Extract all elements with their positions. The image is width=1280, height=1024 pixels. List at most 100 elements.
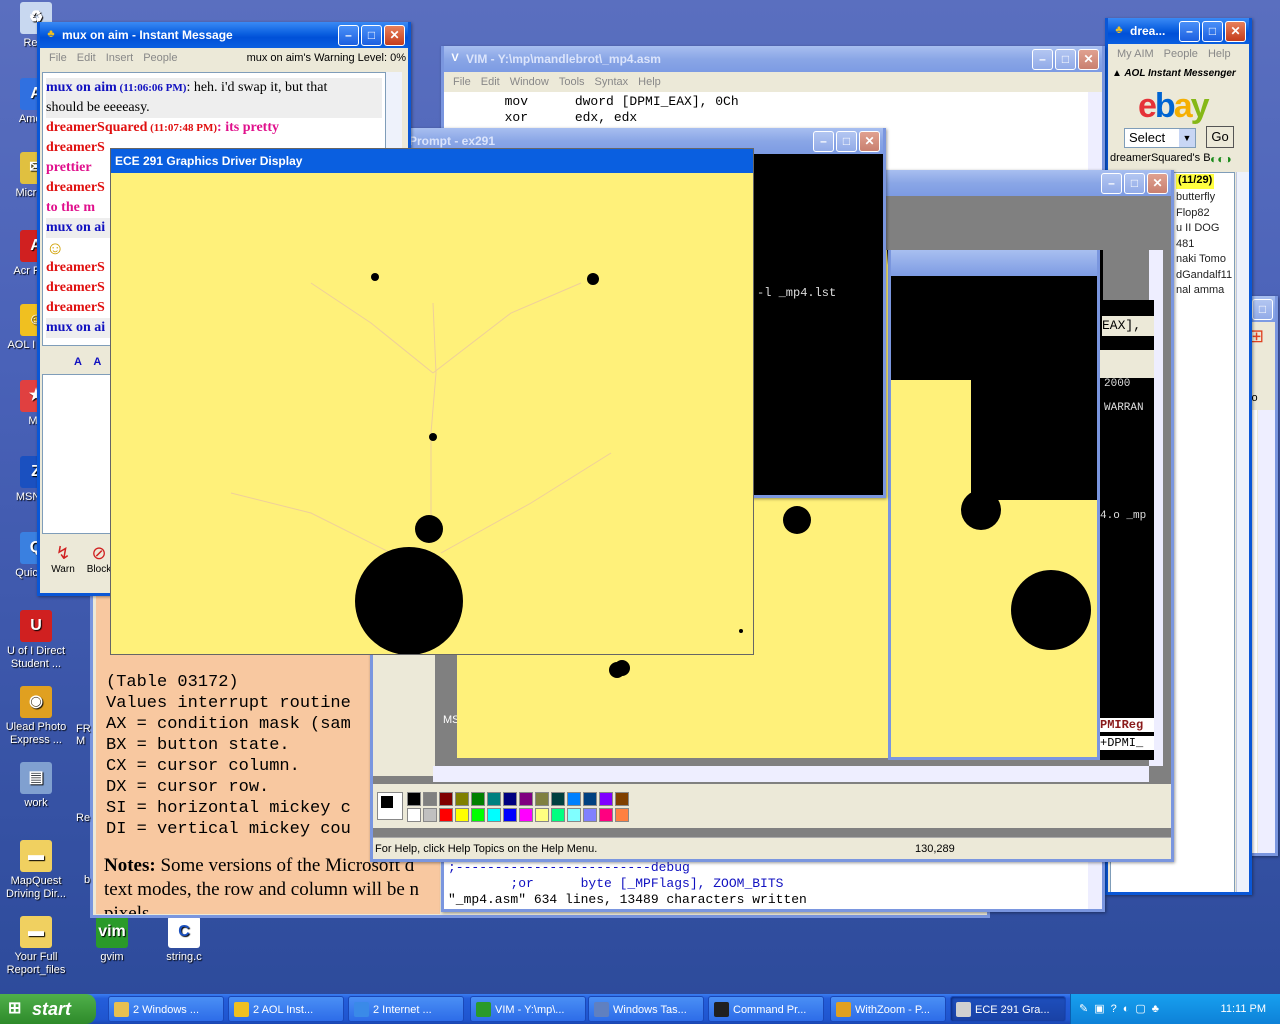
current-colors[interactable] <box>377 792 403 820</box>
menu-item[interactable]: Edit <box>72 48 101 68</box>
taskbar-button[interactable]: ECE 291 Gra... <box>950 996 1066 1022</box>
doc-line: SI = horizontal mickey c <box>106 799 351 818</box>
minimize-button[interactable]: – <box>338 25 359 46</box>
desktop-icon[interactable]: U U of I Direct Student ... <box>0 610 72 671</box>
palette-swatch[interactable] <box>535 792 549 806</box>
menu-item[interactable]: People <box>138 48 182 68</box>
minimize-button[interactable]: – <box>1032 49 1053 70</box>
menu-item[interactable]: Help <box>633 72 666 92</box>
maximize-button[interactable]: □ <box>1124 173 1145 194</box>
buddy-item[interactable]: dGandalf11 <box>1176 268 1236 284</box>
buddy-item[interactable]: naki Tomo <box>1176 252 1236 268</box>
ie-scrollbar[interactable] <box>1258 410 1275 853</box>
ebay-go-button[interactable]: Go <box>1206 126 1234 148</box>
taskbar-button[interactable]: Command Pr... <box>708 996 824 1022</box>
buddy-item[interactable]: 481 <box>1176 237 1236 253</box>
maximize-button[interactable]: □ <box>1252 299 1273 320</box>
palette-swatch[interactable] <box>567 808 581 822</box>
ece-window[interactable]: ECE 291 Graphics Driver Display <box>110 148 754 655</box>
desktop-icon[interactable]: ▬ Your Full Report_files <box>0 916 72 977</box>
menu-item[interactable]: Tools <box>554 72 590 92</box>
desktop-icon[interactable]: ▤ work <box>0 762 72 810</box>
close-button[interactable]: ✕ <box>1078 49 1099 70</box>
palette-swatch[interactable] <box>535 808 549 822</box>
close-button[interactable]: ✕ <box>1147 173 1168 194</box>
menu-item[interactable]: Insert <box>101 48 139 68</box>
taskbar-button[interactable]: WithZoom - P... <box>830 996 946 1022</box>
minimize-button[interactable]: – <box>813 131 834 152</box>
desktop-icon[interactable]: ◉ Ulead Photo Express ... <box>0 686 72 747</box>
palette-swatch[interactable] <box>615 792 629 806</box>
select-dropdown[interactable]: Select ▼ <box>1124 128 1196 148</box>
desktop-icon[interactable]: vim gvim <box>76 916 148 964</box>
desktop-icon[interactable]: ▬ MapQuest Driving Dir... <box>0 840 72 901</box>
menu-item[interactable]: File <box>44 48 72 68</box>
color-palette[interactable] <box>407 792 631 824</box>
desktop-icon-label: MapQuest Driving Dir... <box>6 875 66 900</box>
close-button[interactable]: ✕ <box>859 131 880 152</box>
palette-swatch[interactable] <box>455 792 469 806</box>
menu-my-aim[interactable]: My AIM <box>1112 44 1159 64</box>
palette-swatch[interactable] <box>583 792 597 806</box>
buddy-scrollbar[interactable] <box>1236 172 1249 892</box>
doc-line: DX = cursor row. <box>106 778 270 797</box>
close-button[interactable]: ✕ <box>1225 21 1246 42</box>
palette-swatch[interactable] <box>503 808 517 822</box>
palette-swatch[interactable] <box>407 808 421 822</box>
menu-people[interactable]: People <box>1159 44 1203 64</box>
buddy-item[interactable]: butterfly <box>1176 190 1236 206</box>
maximize-button[interactable]: □ <box>361 25 382 46</box>
palette-swatch[interactable] <box>519 808 533 822</box>
palette-swatch[interactable] <box>423 808 437 822</box>
palette-swatch[interactable] <box>615 808 629 822</box>
ece-titlebar[interactable]: ECE 291 Graphics Driver Display <box>111 149 753 173</box>
buddy-group-header[interactable]: (11/29) <box>1176 174 1215 189</box>
buddy-item[interactable]: Flop82 <box>1176 206 1236 222</box>
warn-button[interactable]: ↯ Warn <box>48 542 78 582</box>
fractal-island <box>614 660 630 676</box>
palette-swatch[interactable] <box>471 808 485 822</box>
palette-swatch[interactable] <box>599 808 613 822</box>
taskbar-button[interactable]: VIM - Y:\mp\... <box>470 996 586 1022</box>
palette-swatch[interactable] <box>407 792 421 806</box>
palette-swatch[interactable] <box>599 792 613 806</box>
palette-swatch[interactable] <box>503 792 517 806</box>
taskbar-button[interactable]: 2 Internet ... <box>348 996 464 1022</box>
vim-titlebar[interactable]: V VIM - Y:\mp\mandlebrot\_mp4.asm <box>444 46 1102 72</box>
desktop-icon[interactable]: Cstring.c <box>148 916 220 964</box>
menu-item[interactable]: Edit <box>476 72 505 92</box>
palette-swatch[interactable] <box>423 792 437 806</box>
close-button[interactable]: ✕ <box>384 25 405 46</box>
taskbar-button[interactable]: 2 AOL Inst... <box>228 996 344 1022</box>
palette-swatch[interactable] <box>439 808 453 822</box>
buddy-item[interactable]: nal amma <box>1176 283 1236 299</box>
palette-swatch[interactable] <box>583 808 597 822</box>
palette-swatch[interactable] <box>439 792 453 806</box>
minimize-button[interactable]: – <box>1101 173 1122 194</box>
paint-hscroll[interactable] <box>433 766 1149 782</box>
start-button[interactable]: ⊞ start <box>0 994 96 1024</box>
maximize-button[interactable]: □ <box>1055 49 1076 70</box>
minimize-button[interactable]: – <box>1179 21 1200 42</box>
ebay-ad[interactable]: ebay <box>1138 88 1228 124</box>
menu-item[interactable]: Syntax <box>590 72 634 92</box>
maximize-button[interactable]: □ <box>1202 21 1223 42</box>
palette-swatch[interactable] <box>471 792 485 806</box>
buddy-item[interactable]: u II DOG <box>1176 221 1236 237</box>
taskbar-button[interactable]: Windows Tas... <box>588 996 704 1022</box>
taskbar-button[interactable]: 2 Windows ... <box>108 996 224 1022</box>
menu-help[interactable]: Help <box>1203 44 1236 64</box>
palette-swatch[interactable] <box>551 792 565 806</box>
menu-item[interactable]: File <box>448 72 476 92</box>
palette-swatch[interactable] <box>567 792 581 806</box>
menu-item[interactable]: Window <box>505 72 554 92</box>
palette-swatch[interactable] <box>519 792 533 806</box>
maximize-button[interactable]: □ <box>836 131 857 152</box>
palette-swatch[interactable] <box>455 808 469 822</box>
palette-swatch[interactable] <box>487 792 501 806</box>
status-coords: 130,289 <box>915 843 955 855</box>
palette-swatch[interactable] <box>487 808 501 822</box>
inner-mid-window[interactable]: sm <box>888 250 1100 760</box>
desktop-icon-label: U of I Direct Student ... <box>6 645 66 670</box>
palette-swatch[interactable] <box>551 808 565 822</box>
